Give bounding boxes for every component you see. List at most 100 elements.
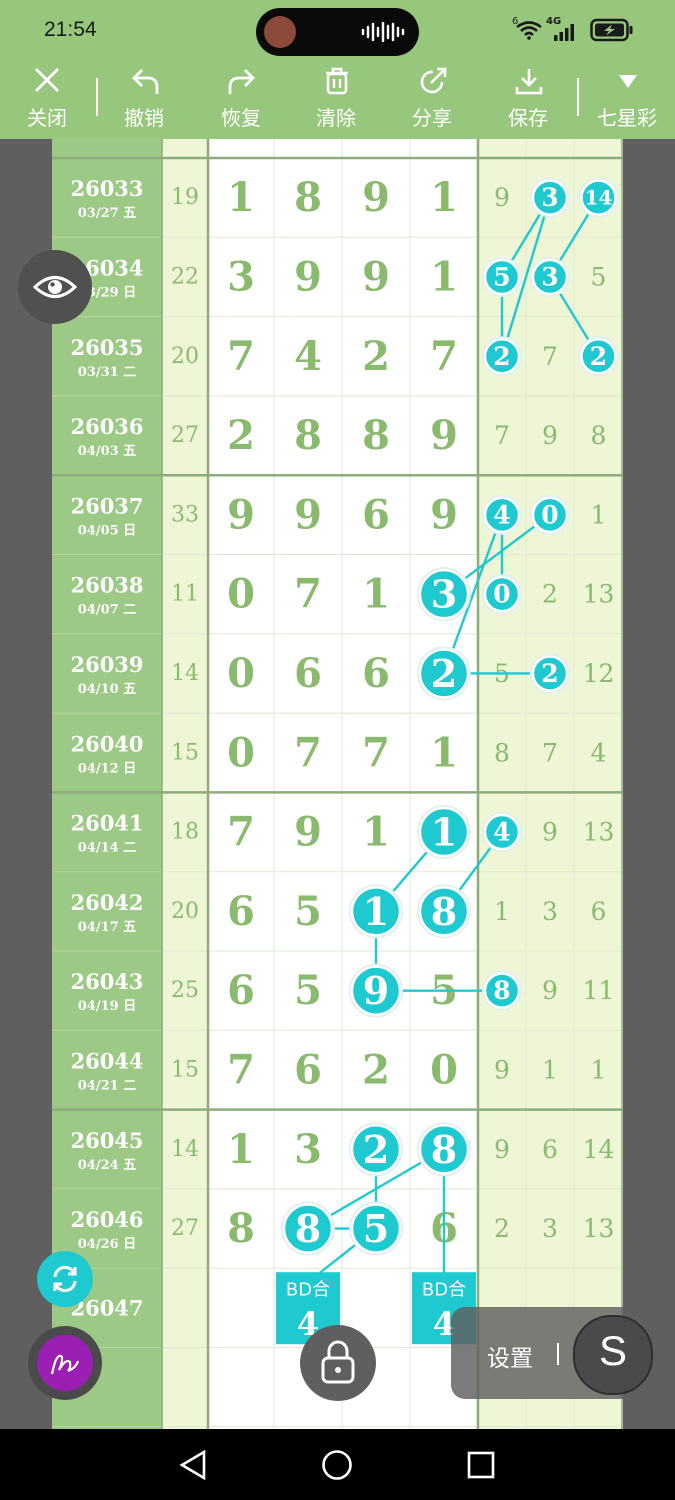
digit-cell: 3 <box>227 253 255 300</box>
sum-value: 18 <box>171 820 199 845</box>
s-button[interactable]: S <box>573 1315 653 1395</box>
settings-button[interactable]: 设置 <box>487 1339 533 1373</box>
sum-value: 15 <box>171 740 199 765</box>
digit-cell: 1 <box>430 729 458 776</box>
clear-label: 清除 <box>316 106 356 130</box>
tail-cell: 6 <box>591 897 607 926</box>
tail-cell: 11 <box>583 976 615 1005</box>
issue-number: 26039 <box>70 652 143 677</box>
pen-tool-button[interactable] <box>28 1326 102 1400</box>
chart-viewport[interactable]: 2603303/27 五19189193142603403/29 日223991… <box>0 139 675 1429</box>
hit-number: 8 <box>295 1206 321 1251</box>
chart-board[interactable]: 2603303/27 五19189193142603403/29 日223991… <box>52 139 623 1429</box>
sum-value: 11 <box>171 582 199 607</box>
hit-number: 5 <box>493 262 510 291</box>
tail-cell: 4 <box>591 738 607 767</box>
s-button-label: S <box>598 1327 627 1374</box>
redo-button[interactable]: 恢复 <box>201 62 281 139</box>
issue-date: 04/24 五 <box>78 1158 136 1173</box>
digit-cell: 6 <box>227 967 255 1014</box>
digit-cell: 9 <box>430 491 458 538</box>
tail-cell: 9 <box>494 183 510 212</box>
digit-cell: 6 <box>227 888 255 935</box>
lock-button[interactable] <box>300 1325 376 1401</box>
hit-number: 8 <box>431 889 457 934</box>
digit-cell: 7 <box>294 571 322 618</box>
tail-cell: 9 <box>542 976 558 1005</box>
hit-number: 2 <box>493 342 510 371</box>
digit-cell: 7 <box>430 333 458 380</box>
hit-number: 14 <box>585 186 613 210</box>
clear-button[interactable]: 清除 <box>296 62 376 139</box>
back-icon[interactable] <box>178 1449 208 1481</box>
tail-cell: 1 <box>542 1055 558 1084</box>
recents-icon[interactable] <box>466 1450 496 1480</box>
digit-cell: 7 <box>227 809 255 856</box>
issue-number: 26045 <box>70 1128 143 1153</box>
sum-value: 22 <box>171 264 199 289</box>
signature-pen-icon <box>50 1354 80 1375</box>
tail-cell: 6 <box>542 1135 558 1164</box>
hit-number: 1 <box>363 889 389 934</box>
digit-cell: 0 <box>227 650 255 697</box>
digit-cell: 0 <box>227 729 255 776</box>
close-button[interactable]: 关闭 <box>7 62 87 139</box>
issue-number: 26037 <box>70 493 143 518</box>
share-button[interactable]: 分享 <box>392 62 472 139</box>
toolbar-divider <box>577 78 579 116</box>
settings-panel: 设置 S <box>451 1307 675 1399</box>
issue-date: 04/21 二 <box>78 1078 136 1093</box>
digit-cell: 9 <box>294 253 322 300</box>
issue-date: 03/27 五 <box>78 206 136 221</box>
wifi-icon <box>516 21 542 40</box>
save-button[interactable]: 保存 <box>488 62 568 139</box>
issue-date: 04/10 五 <box>78 682 136 697</box>
eye-toggle-button[interactable] <box>18 250 92 324</box>
digit-cell: 3 <box>294 1126 322 1173</box>
hit-number: 2 <box>590 342 607 371</box>
close-icon <box>35 68 59 92</box>
digit-cell: 6 <box>362 650 390 697</box>
issue-column-bg <box>52 139 162 1429</box>
sum-value: 25 <box>171 978 199 1003</box>
prediction-label: BD合 <box>286 1280 330 1301</box>
digit-cell: 2 <box>227 412 255 459</box>
tail-cell: 12 <box>583 659 615 688</box>
hit-number: 0 <box>541 500 558 529</box>
refresh-button[interactable] <box>37 1251 93 1307</box>
digit-cell: 6 <box>362 491 390 538</box>
dynamic-island[interactable] <box>256 8 419 56</box>
issue-number: 26036 <box>70 414 143 439</box>
home-icon[interactable] <box>321 1449 353 1481</box>
digit-cell: 9 <box>227 491 255 538</box>
issue-number: 26038 <box>70 573 143 598</box>
save-label: 保存 <box>508 106 548 130</box>
sum-value: 15 <box>171 1057 199 1082</box>
hit-number: 2 <box>431 651 457 696</box>
status-icons: 6 4G <box>512 16 637 44</box>
download-icon <box>515 69 543 95</box>
digit-cell: 0 <box>430 1046 458 1093</box>
toolbar: 关闭 撤销 恢复 清除 分享 保存 七星彩 <box>0 62 675 139</box>
lottery-select[interactable]: 七星彩 <box>587 62 667 139</box>
toolbar-divider <box>96 78 98 116</box>
hit-number: 8 <box>431 1127 457 1172</box>
sum-value: 14 <box>171 1137 199 1162</box>
digit-cell: 1 <box>362 809 390 856</box>
issue-number: 26044 <box>70 1048 143 1073</box>
tail-cell: 1 <box>494 897 510 926</box>
lock-icon <box>321 1340 355 1384</box>
tail-cell: 13 <box>583 580 615 609</box>
digit-cell: 7 <box>227 333 255 380</box>
undo-button[interactable]: 撤销 <box>104 62 184 139</box>
issue-number: 26033 <box>70 176 143 201</box>
sum-value: 20 <box>171 899 199 924</box>
digit-cell: 7 <box>294 729 322 776</box>
hit-number: 2 <box>363 1127 389 1172</box>
tail-cell: 3 <box>542 1214 558 1243</box>
issue-number: 26041 <box>70 811 143 836</box>
digit-cell: 1 <box>430 253 458 300</box>
tail-cell: 9 <box>494 1135 510 1164</box>
tail-cell: 8 <box>591 421 607 450</box>
tail-cell: 2 <box>542 580 558 609</box>
